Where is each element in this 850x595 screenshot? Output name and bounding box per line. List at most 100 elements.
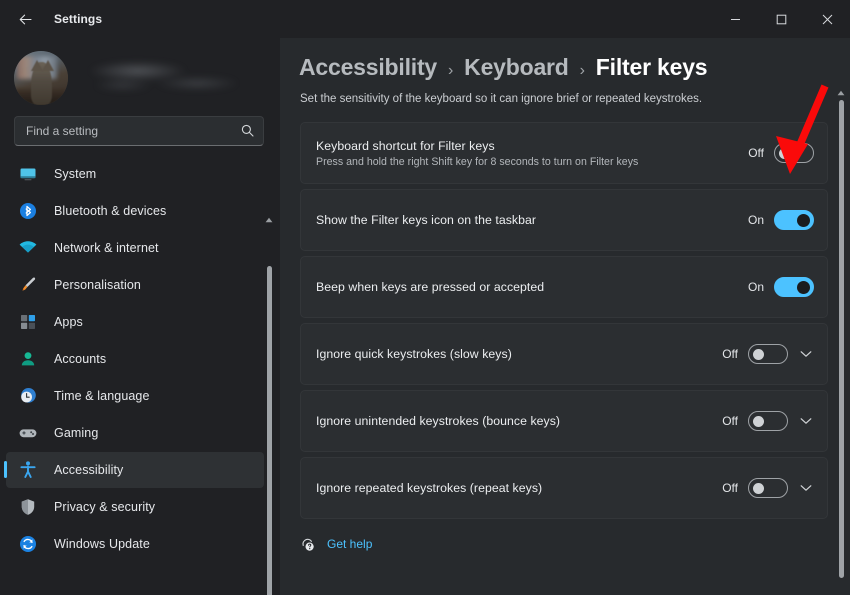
content-pane: Accessibility › Keyboard › Filter keys S… (280, 38, 850, 595)
apps-icon (18, 312, 38, 332)
page-description: Set the sensitivity of the keyboard so i… (280, 81, 850, 105)
setting-description: Press and hold the right Shift key for 8… (316, 156, 745, 168)
app-title: Settings (54, 12, 102, 26)
breadcrumb-accessibility[interactable]: Accessibility (299, 54, 437, 81)
sidebar-item-label: Time & language (54, 389, 150, 403)
get-help-link[interactable]: Get help (280, 524, 850, 552)
setting-text-block: Keyboard shortcut for Filter keys Press … (316, 139, 745, 168)
minimize-icon (730, 14, 741, 25)
clock-icon (18, 386, 38, 406)
setting-title: Ignore repeated keystrokes (repeat keys) (316, 481, 719, 495)
toggle-switch[interactable] (748, 478, 788, 498)
chevron-down-icon[interactable] (798, 417, 814, 425)
toggle-state-label: Off (719, 481, 738, 495)
setting-controls: Off (719, 411, 814, 431)
back-arrow-icon (17, 11, 34, 28)
help-icon (300, 536, 316, 552)
account-name-redacted (82, 56, 268, 100)
scroll-up-icon[interactable] (263, 214, 275, 226)
gamepad-icon (18, 423, 38, 443)
paintbrush-icon (18, 275, 38, 295)
setting-title: Beep when keys are pressed or accepted (316, 280, 745, 294)
setting-row-beep[interactable]: Beep when keys are pressed or accepted O… (300, 256, 828, 318)
toggle-state-label: On (745, 213, 764, 227)
sidebar-item-gaming[interactable]: Gaming (6, 415, 264, 451)
setting-title: Ignore unintended keystrokes (bounce key… (316, 414, 719, 428)
settings-window: Settings (0, 0, 850, 595)
breadcrumb: Accessibility › Keyboard › Filter keys (280, 38, 850, 81)
toggle-switch[interactable] (748, 411, 788, 431)
toggle-switch[interactable] (774, 277, 814, 297)
user-profile[interactable] (0, 38, 280, 110)
toggle-switch[interactable] (748, 344, 788, 364)
content-scrollbar[interactable] (835, 88, 847, 595)
search-container (0, 110, 280, 146)
sidebar-item-personalisation[interactable]: Personalisation (6, 267, 264, 303)
content-scroll-thumb[interactable] (839, 100, 844, 578)
sidebar-item-label: System (54, 167, 96, 181)
search-box[interactable] (14, 116, 264, 146)
setting-text-block: Ignore repeated keystrokes (repeat keys) (316, 481, 719, 495)
toggle-switch[interactable] (774, 210, 814, 230)
sidebar-item-network-internet[interactable]: Network & internet (6, 230, 264, 266)
sidebar-item-time-language[interactable]: Time & language (6, 378, 264, 414)
sidebar-item-label: Accounts (54, 352, 106, 366)
sidebar-item-label: Gaming (54, 426, 98, 440)
avatar (14, 51, 68, 105)
breadcrumb-separator-icon: › (580, 62, 585, 80)
sidebar-item-privacy-security[interactable]: Privacy & security (6, 489, 264, 525)
accounts-icon (18, 349, 38, 369)
get-help-label: Get help (327, 537, 372, 551)
breadcrumb-separator-icon: › (448, 62, 453, 80)
scroll-up-icon[interactable] (835, 88, 847, 98)
toggle-switch[interactable] (774, 143, 814, 163)
sidebar-scroll-thumb[interactable] (267, 266, 272, 595)
window-controls (712, 0, 850, 38)
settings-list: Keyboard shortcut for Filter keys Press … (300, 122, 828, 519)
chevron-down-icon[interactable] (798, 350, 814, 358)
maximize-icon (776, 14, 787, 25)
sidebar-scroll-track[interactable] (267, 228, 272, 595)
search-input[interactable] (15, 124, 263, 138)
search-icon (241, 124, 254, 142)
sidebar-item-system[interactable]: System (6, 156, 264, 192)
sidebar-item-label: Apps (54, 315, 83, 329)
setting-row-slow-keys[interactable]: Ignore quick keystrokes (slow keys) Off (300, 323, 828, 385)
setting-row-repeat-keys[interactable]: Ignore repeated keystrokes (repeat keys)… (300, 457, 828, 519)
setting-row-taskbar-icon[interactable]: Show the Filter keys icon on the taskbar… (300, 189, 828, 251)
sidebar-item-label: Network & internet (54, 241, 159, 255)
sidebar-item-accessibility[interactable]: Accessibility (6, 452, 264, 488)
minimize-button[interactable] (712, 0, 758, 38)
back-button[interactable] (8, 4, 42, 34)
shield-icon (18, 497, 38, 517)
sidebar-item-label: Windows Update (54, 537, 150, 551)
maximize-button[interactable] (758, 0, 804, 38)
setting-controls: Off (719, 344, 814, 364)
sidebar-item-label: Personalisation (54, 278, 141, 292)
setting-text-block: Ignore unintended keystrokes (bounce key… (316, 414, 719, 428)
sidebar-item-label: Bluetooth & devices (54, 204, 166, 218)
sidebar-item-accounts[interactable]: Accounts (6, 341, 264, 377)
sidebar-item-label: Privacy & security (54, 500, 155, 514)
sidebar-item-windows-update[interactable]: Windows Update (6, 526, 264, 562)
setting-controls: On (745, 210, 814, 230)
setting-text-block: Ignore quick keystrokes (slow keys) (316, 347, 719, 361)
setting-row-bounce-keys[interactable]: Ignore unintended keystrokes (bounce key… (300, 390, 828, 452)
system-icon (18, 164, 38, 184)
sidebar-item-apps[interactable]: Apps (6, 304, 264, 340)
setting-title: Show the Filter keys icon on the taskbar (316, 213, 745, 227)
setting-controls: Off (719, 478, 814, 498)
windows-update-icon (18, 534, 38, 554)
title-bar: Settings (0, 0, 850, 38)
toggle-state-label: Off (719, 347, 738, 361)
chevron-down-icon[interactable] (798, 484, 814, 492)
setting-row-keyboard-shortcut[interactable]: Keyboard shortcut for Filter keys Press … (300, 122, 828, 184)
sidebar-scrollbar[interactable] (263, 214, 275, 595)
accessibility-icon (18, 460, 38, 480)
close-button[interactable] (804, 0, 850, 38)
breadcrumb-keyboard[interactable]: Keyboard (464, 54, 568, 81)
setting-text-block: Show the Filter keys icon on the taskbar (316, 213, 745, 227)
setting-title: Ignore quick keystrokes (slow keys) (316, 347, 719, 361)
setting-text-block: Beep when keys are pressed or accepted (316, 280, 745, 294)
sidebar-item-bluetooth-devices[interactable]: Bluetooth & devices (6, 193, 264, 229)
